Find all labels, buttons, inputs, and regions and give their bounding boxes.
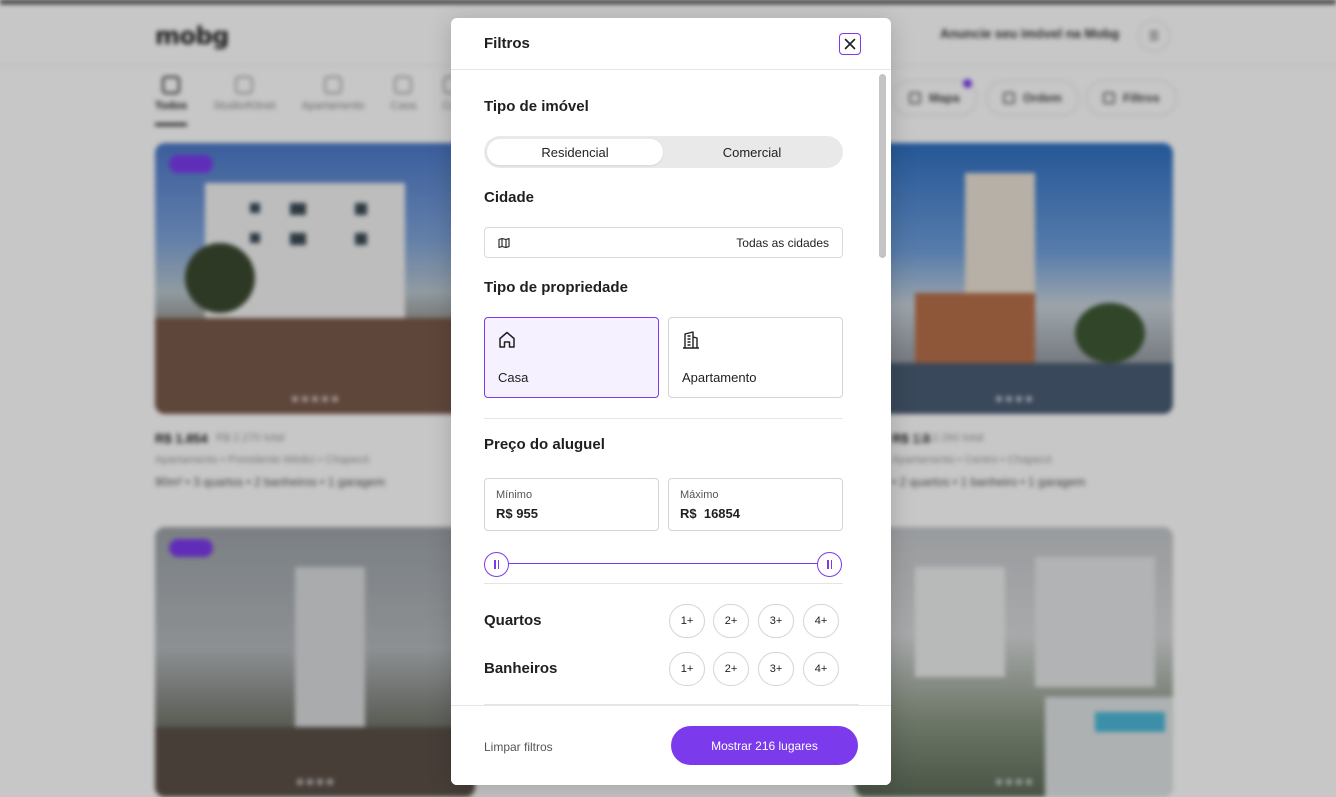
filters-modal: Filtros Tipo de imóvel Residencial Comer… (451, 18, 891, 785)
city-select[interactable]: Todas as cidades (484, 227, 843, 258)
rooms-option-4[interactable]: 4+ (803, 604, 839, 638)
modal-body: Tipo de imóvel Residencial Comercial Cid… (451, 71, 891, 705)
bathrooms-option-4[interactable]: 4+ (803, 652, 839, 686)
max-price-value: R$ 16854 (680, 506, 740, 521)
min-price-value: R$ 955 (496, 506, 538, 521)
map-icon (498, 237, 510, 249)
property-type-label: Casa (498, 370, 529, 385)
property-kind-title: Tipo de imóvel (484, 98, 589, 115)
property-type-title: Tipo de propriedade (484, 279, 628, 296)
price-slider-min-handle[interactable] (484, 552, 509, 577)
close-icon (844, 38, 856, 50)
modal-footer: Limpar filtros Mostrar 216 lugares (451, 705, 891, 785)
segment-residencial[interactable]: Residencial (487, 139, 663, 165)
house-icon (499, 331, 515, 348)
price-slider-track[interactable] (496, 563, 841, 564)
price-slider-max-handle[interactable] (817, 552, 842, 577)
modal-header: Filtros (451, 18, 891, 70)
min-price-label: Mínimo (496, 489, 533, 501)
rooms-option-3[interactable]: 3+ (758, 604, 794, 638)
modal-title: Filtros (484, 35, 530, 52)
building-icon (683, 331, 699, 349)
bathrooms-option-3[interactable]: 3+ (758, 652, 794, 686)
clear-filters-link[interactable]: Limpar filtros (484, 740, 553, 754)
bathrooms-option-2[interactable]: 2+ (713, 652, 749, 686)
city-value: Todas as cidades (736, 236, 829, 250)
bathrooms-title: Banheiros (484, 660, 558, 677)
property-type-apartamento[interactable]: Apartamento (668, 317, 843, 398)
max-price-field[interactable]: Máximo R$ 16854 (668, 478, 843, 531)
property-kind-toggle: Residencial Comercial (484, 136, 843, 168)
rooms-option-1[interactable]: 1+ (669, 604, 705, 638)
property-type-label: Apartamento (682, 370, 757, 385)
divider (484, 418, 843, 419)
city-title: Cidade (484, 189, 535, 206)
max-price-label: Máximo (680, 489, 719, 501)
rooms-option-2[interactable]: 2+ (713, 604, 749, 638)
bathrooms-option-1[interactable]: 1+ (669, 652, 705, 686)
close-button[interactable] (839, 33, 861, 55)
rent-price-title: Preço do aluguel (484, 436, 605, 453)
min-price-field[interactable]: Mínimo R$ 955 (484, 478, 659, 531)
segment-comercial[interactable]: Comercial (664, 139, 840, 165)
show-results-button[interactable]: Mostrar 216 lugares (671, 726, 858, 765)
rooms-title: Quartos (484, 612, 542, 629)
property-type-casa[interactable]: Casa (484, 317, 659, 398)
divider (484, 583, 843, 584)
scrollbar-thumb[interactable] (879, 74, 886, 258)
